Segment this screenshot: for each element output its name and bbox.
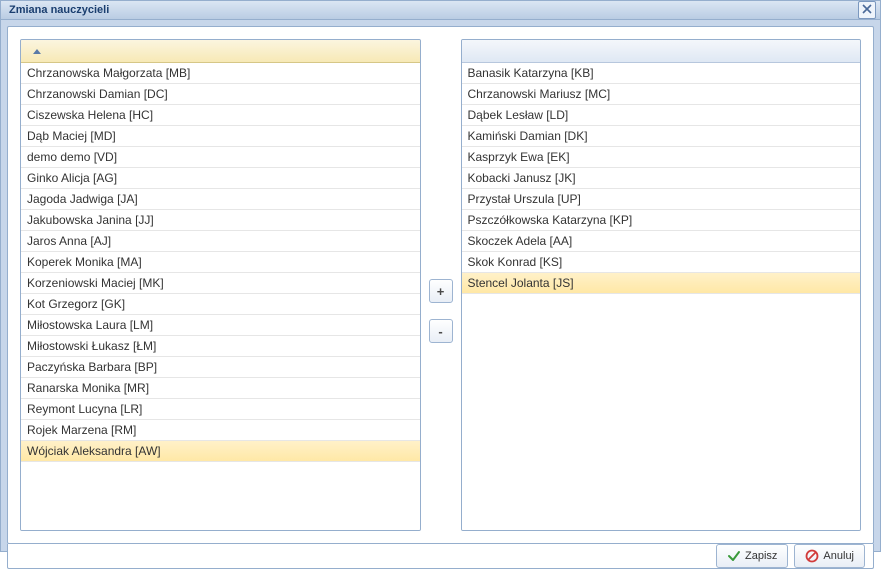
list-item[interactable]: Dąb Maciej [MD] bbox=[21, 126, 420, 147]
dialog-footer: Zapisz Anuluj bbox=[7, 544, 874, 569]
minus-icon: - bbox=[438, 324, 442, 339]
list-item[interactable]: Ranarska Monika [MR] bbox=[21, 378, 420, 399]
list-item[interactable]: Rojek Marzena [RM] bbox=[21, 420, 420, 441]
close-button[interactable] bbox=[858, 1, 876, 19]
save-button[interactable]: Zapisz bbox=[716, 544, 788, 568]
list-item[interactable]: Jakubowska Janina [JJ] bbox=[21, 210, 420, 231]
dialog-change-teachers: Zmiana nauczycieli Chrzanowska Małgorzat… bbox=[0, 0, 881, 552]
list-item[interactable]: Koperek Monika [MA] bbox=[21, 252, 420, 273]
list-item[interactable]: Wójciak Aleksandra [AW] bbox=[21, 441, 420, 462]
cancel-icon bbox=[805, 549, 819, 563]
list-item[interactable]: Ginko Alicja [AG] bbox=[21, 168, 420, 189]
list-item[interactable]: Ciszewska Helena [HC] bbox=[21, 105, 420, 126]
list-item[interactable]: Kasprzyk Ewa [EK] bbox=[462, 147, 861, 168]
target-list-header[interactable] bbox=[462, 40, 861, 63]
close-icon bbox=[862, 4, 872, 17]
list-item[interactable]: Jagoda Jadwiga [JA] bbox=[21, 189, 420, 210]
list-item[interactable]: Chrzanowska Małgorzata [MB] bbox=[21, 63, 420, 84]
dialog-title: Zmiana nauczycieli bbox=[9, 4, 109, 16]
target-list-rows: Banasik Katarzyna [KB]Chrzanowski Marius… bbox=[462, 63, 861, 530]
list-item[interactable]: Chrzanowski Mariusz [MC] bbox=[462, 84, 861, 105]
add-button[interactable]: + bbox=[429, 279, 453, 303]
list-item[interactable]: Przystał Urszula [UP] bbox=[462, 189, 861, 210]
source-list-rows: Chrzanowska Małgorzata [MB]Chrzanowski D… bbox=[21, 63, 420, 530]
remove-button[interactable]: - bbox=[429, 319, 453, 343]
list-item[interactable]: Banasik Katarzyna [KB] bbox=[462, 63, 861, 84]
list-item[interactable]: Kamiński Damian [DK] bbox=[462, 126, 861, 147]
source-list[interactable]: Chrzanowska Małgorzata [MB]Chrzanowski D… bbox=[20, 39, 421, 531]
list-item[interactable]: Kot Grzegorz [GK] bbox=[21, 294, 420, 315]
titlebar: Zmiana nauczycieli bbox=[1, 1, 880, 20]
list-item[interactable]: Dąbek Lesław [LD] bbox=[462, 105, 861, 126]
source-list-header[interactable] bbox=[21, 40, 420, 63]
list-item[interactable]: Skok Konrad [KS] bbox=[462, 252, 861, 273]
plus-icon: + bbox=[437, 284, 445, 299]
list-item[interactable]: Paczyńska Barbara [BP] bbox=[21, 357, 420, 378]
list-item[interactable]: Korzeniowski Maciej [MK] bbox=[21, 273, 420, 294]
cancel-button[interactable]: Anuluj bbox=[794, 544, 865, 568]
list-item[interactable]: Miłostowska Laura [LM] bbox=[21, 315, 420, 336]
list-item[interactable]: demo demo [VD] bbox=[21, 147, 420, 168]
list-item[interactable]: Stencel Jolanta [JS] bbox=[462, 273, 861, 294]
target-list[interactable]: Banasik Katarzyna [KB]Chrzanowski Marius… bbox=[461, 39, 862, 531]
list-item[interactable]: Reymont Lucyna [LR] bbox=[21, 399, 420, 420]
sort-asc-icon bbox=[33, 49, 41, 54]
list-item[interactable]: Chrzanowski Damian [DC] bbox=[21, 84, 420, 105]
list-item[interactable]: Kobacki Janusz [JK] bbox=[462, 168, 861, 189]
transfer-buttons: + - bbox=[421, 279, 461, 343]
dialog-body: Chrzanowska Małgorzata [MB]Chrzanowski D… bbox=[7, 26, 874, 544]
list-item[interactable]: Miłostowski Łukasz [ŁM] bbox=[21, 336, 420, 357]
list-item[interactable]: Skoczek Adela [AA] bbox=[462, 231, 861, 252]
list-item[interactable]: Jaros Anna [AJ] bbox=[21, 231, 420, 252]
dual-list-picker: Chrzanowska Małgorzata [MB]Chrzanowski D… bbox=[20, 39, 861, 531]
check-icon bbox=[727, 549, 741, 563]
list-item[interactable]: Pszczółkowska Katarzyna [KP] bbox=[462, 210, 861, 231]
